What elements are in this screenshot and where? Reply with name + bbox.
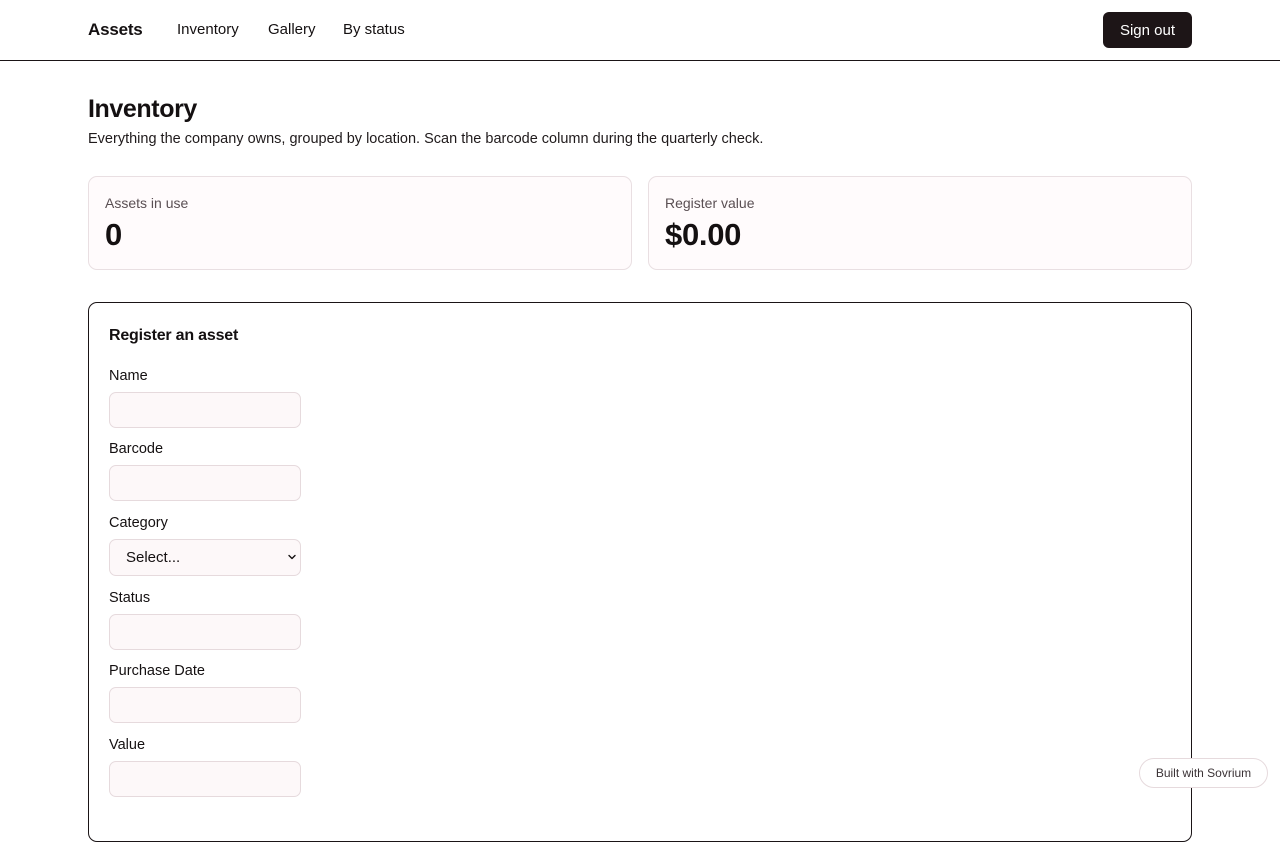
barcode-input[interactable] (109, 465, 301, 501)
built-with-badge[interactable]: Built with Sovrium (1139, 758, 1268, 788)
nav-link-gallery[interactable]: Gallery (268, 21, 316, 38)
register-value-card: Register value $0.00 (648, 176, 1192, 270)
stat-value: $0.00 (665, 217, 742, 252)
category-label: Category (109, 515, 168, 531)
status-input[interactable] (109, 614, 301, 650)
stat-value: 0 (105, 217, 122, 252)
value-label: Value (109, 737, 146, 753)
value-input[interactable] (109, 761, 301, 797)
stat-label: Assets in use (105, 195, 189, 211)
app-brand[interactable]: Assets (88, 20, 143, 40)
chevron-down-icon (288, 554, 296, 560)
name-label: Name (109, 368, 148, 384)
assets-in-use-card: Assets in use 0 (88, 176, 632, 270)
nav-link-by-status[interactable]: By status (343, 21, 405, 38)
stat-label: Register value (665, 195, 755, 211)
register-asset-form: Register an asset Name Barcode Category … (88, 302, 1192, 842)
top-navigation-bar: Assets Inventory Gallery By status Sign … (0, 0, 1280, 61)
page-title: Inventory (88, 95, 197, 123)
purchase-date-label: Purchase Date (109, 663, 205, 679)
barcode-label: Barcode (109, 441, 164, 457)
nav-link-inventory[interactable]: Inventory (177, 21, 239, 38)
form-title: Register an asset (109, 327, 239, 344)
sign-out-button[interactable]: Sign out (1103, 12, 1192, 48)
page-subtitle: Everything the company owns, grouped by … (88, 131, 764, 147)
purchase-date-input[interactable] (109, 687, 301, 723)
status-label: Status (109, 590, 151, 606)
category-selected-value: Select... (126, 549, 181, 566)
category-select[interactable]: Select... (109, 539, 301, 576)
name-input[interactable] (109, 392, 301, 428)
